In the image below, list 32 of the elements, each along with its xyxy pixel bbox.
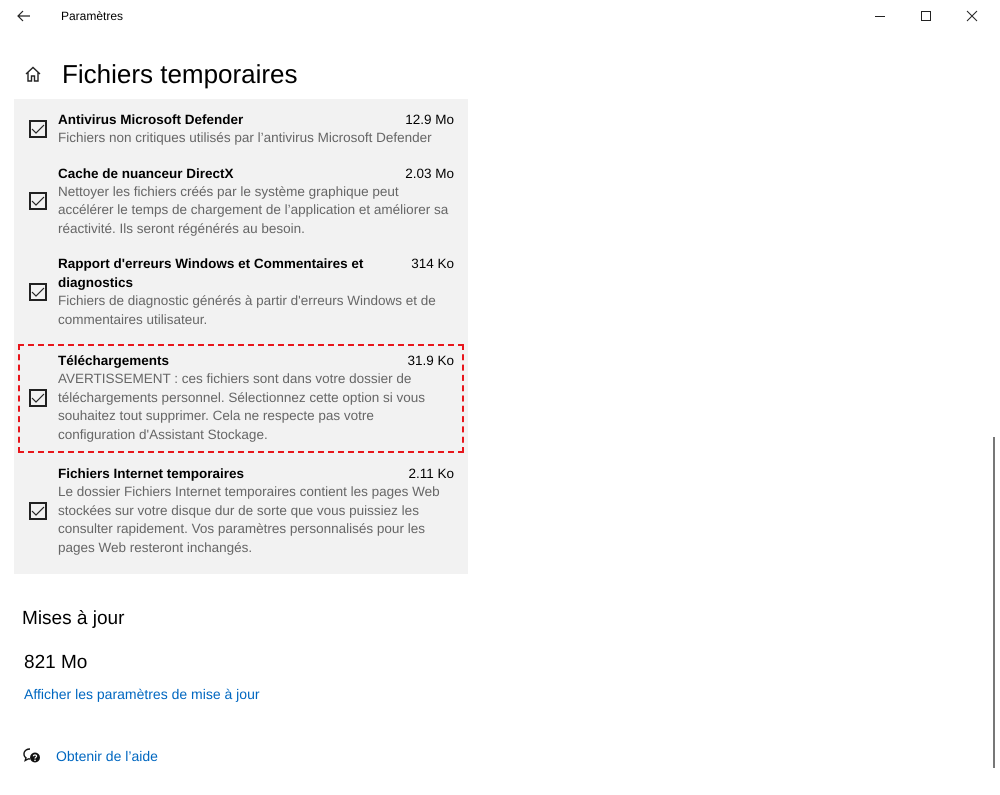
item-size: 2.11 Ko [408,465,454,483]
scrollbar[interactable] [993,437,995,768]
item-size: 2.03 Mo [405,164,454,182]
checkbox[interactable] [29,282,47,300]
item-title: Cache de nuanceur DirectX [58,164,234,182]
help-chat-icon [23,748,41,764]
help-link[interactable]: Obtenir de l’aide [56,748,158,764]
checkbox[interactable] [29,120,47,138]
home-icon[interactable] [24,65,42,83]
maximize-icon[interactable] [920,10,932,22]
item-size: 12.9 Mo [405,111,454,129]
update-settings-link[interactable]: Afficher les paramètres de mise à jour [22,686,260,702]
checkbox[interactable] [29,192,47,210]
window-title: Paramètres [61,9,124,23]
item-description: Fichiers non critiques utilisés par l’antivirus Microsoft Defender [58,129,433,147]
item-size: 314 Ko [411,255,454,273]
updates-size: 821 Mo [23,652,88,674]
page-title: Fichiers temporaires [62,58,298,90]
item-description: AVERTISSEMENT : ces fichiers sont dans votre dossier de téléchargements personnel. Sélectionnez cette option si vous souhaitez tout supprimer. Cela ne respecte pas votre configuration d'Assistant Stockage. [58,370,426,444]
checkbox[interactable] [29,502,47,520]
item-size: 31.9 Ko [407,352,454,370]
item-description: Fichiers de diagnostic générés à partir d'erreurs Windows et de commentaires utilisateur. [58,292,437,328]
back-icon[interactable] [17,10,31,22]
item-description: Nettoyer les fichiers créés par le système graphique peut accélérer le temps de chargement de l’application et améliorer sa réactivité. Ils seront régénérés au besoin. [58,182,450,238]
item-title: Antivirus Microsoft Defender [58,111,244,129]
item-description: Le dossier Fichiers Internet temporaires contient les pages Web stockées sur votre disque dur de sorte que vous puissiez les consulter rapidement. Vos paramètres personnalisés pour les pages Web resteront inchangés. [58,483,441,557]
item-title: Téléchargements [58,352,170,370]
close-icon[interactable] [966,10,978,22]
item-title: Fichiers Internet temporaires [58,465,244,483]
section-heading: Mises à jour [22,608,126,630]
item-title: Rapport d'erreurs Windows et Commentaires et diagnostics [58,255,364,292]
checkbox[interactable] [29,388,47,406]
